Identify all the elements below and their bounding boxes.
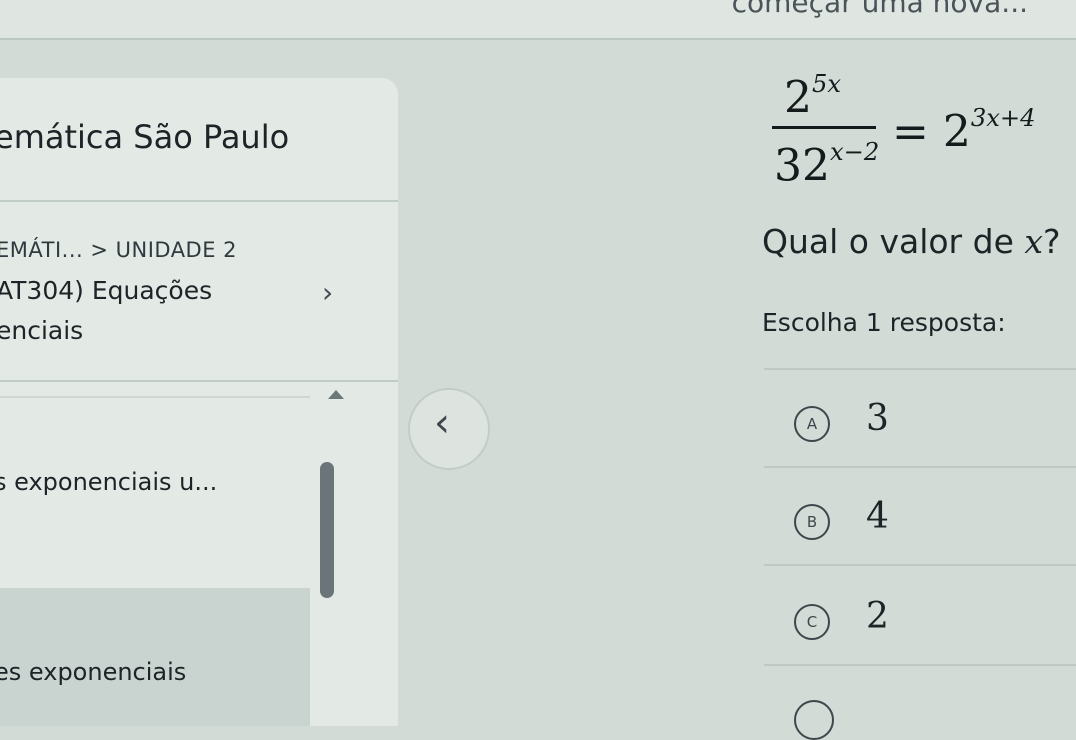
course-title: emática São Paulo — [0, 118, 290, 156]
answer-instruction: Escolha 1 resposta: — [762, 308, 1006, 337]
chevron-left-icon: ‹ — [434, 400, 450, 446]
option-divider — [764, 368, 1076, 370]
top-strip-text: começar uma nova... — [731, 0, 1028, 19]
equals-sign: = — [892, 106, 929, 158]
option-divider — [764, 664, 1076, 666]
option-divider — [764, 466, 1076, 468]
breadcrumb[interactable]: EMÁTI... > UNIDADE 2 — [0, 238, 237, 262]
option-letter-badge: C — [794, 604, 830, 640]
option-value: 4 — [866, 496, 889, 537]
option-value: 3 — [866, 398, 889, 439]
rhs-exponent: 3x+4 — [970, 104, 1036, 132]
sidebar-item[interactable]: es exponenciais — [0, 658, 186, 686]
answer-option-b[interactable]: B 4 — [794, 490, 1034, 550]
answer-option-a[interactable]: A 3 — [794, 392, 1034, 452]
answer-option-d-partial[interactable] — [794, 700, 834, 740]
fraction-numerator: 25x — [784, 70, 841, 124]
lesson-title-continued[interactable]: enciais — [0, 316, 83, 345]
chevron-right-icon[interactable]: › — [322, 276, 333, 309]
scrollbar-thumb[interactable] — [320, 462, 334, 598]
divider — [0, 200, 398, 202]
scroll-up-arrow-icon[interactable] — [328, 390, 344, 399]
denominator-base: 32 — [774, 140, 830, 192]
course-sidebar: emática São Paulo EMÁTI... > UNIDADE 2 A… — [0, 78, 398, 726]
numerator-exponent: 5x — [812, 70, 842, 98]
denominator-exponent: x−2 — [830, 138, 880, 166]
top-strip: começar uma nova... — [0, 0, 1076, 40]
numerator-base: 2 — [784, 72, 812, 124]
prompt-variable: x — [1024, 222, 1043, 261]
fraction-bar — [772, 126, 876, 129]
prompt-text: Qual o valor de — [762, 222, 1025, 261]
question-prompt: Qual o valor de x? — [762, 222, 1061, 261]
lesson-title[interactable]: AT304) Equações — [0, 276, 212, 305]
option-divider — [764, 564, 1076, 566]
divider — [0, 396, 310, 398]
option-value: 2 — [866, 596, 889, 637]
option-letter-badge: B — [794, 504, 830, 540]
prompt-end: ? — [1042, 222, 1061, 261]
rhs-base: 2 — [942, 106, 971, 158]
divider — [0, 380, 398, 382]
collapse-sidebar-button[interactable]: ‹ — [408, 388, 490, 470]
sidebar-item-selected[interactable] — [0, 588, 310, 726]
sidebar-item[interactable]: s exponenciais u... — [0, 468, 217, 496]
option-letter-badge: A — [794, 406, 830, 442]
answer-option-c[interactable]: C 2 — [794, 590, 1034, 650]
fraction-denominator: 32x−2 — [774, 138, 879, 192]
equation-rhs: = 23x+4 — [892, 104, 1036, 158]
